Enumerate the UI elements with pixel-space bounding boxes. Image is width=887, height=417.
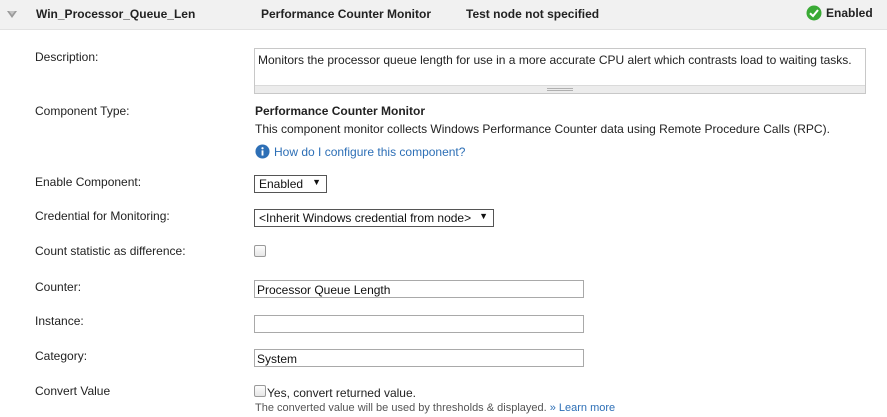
status-badge: Enabled	[806, 4, 873, 22]
help-link-text[interactable]: How do I configure this component?	[274, 145, 465, 159]
category-label: Category:	[35, 349, 88, 363]
credential-select[interactable]: <Inherit Windows credential from node> ▼	[254, 209, 494, 227]
convert-value-checkbox-label[interactable]: Yes, convert returned value.	[267, 386, 416, 400]
description-label: Description:	[35, 50, 99, 64]
help-link[interactable]: How do I configure this component?	[255, 144, 465, 159]
instance-label: Instance:	[35, 314, 84, 328]
component-type-header: Performance Counter Monitor	[261, 7, 432, 21]
count-difference-checkbox[interactable]	[254, 245, 266, 257]
component-type-title: Performance Counter Monitor	[255, 104, 426, 118]
status-text: Enabled	[826, 6, 873, 20]
component-name: Win_Processor_Queue_Len	[36, 7, 196, 21]
triangle-down-icon: ▼	[312, 177, 321, 187]
component-type-description: This component monitor collects Windows …	[255, 122, 830, 136]
triangle-down-icon: ▼	[479, 211, 488, 221]
enable-component-select[interactable]: Enabled ▼	[254, 175, 327, 193]
credential-value: <Inherit Windows credential from node>	[259, 211, 472, 225]
credential-label: Credential for Monitoring:	[35, 209, 170, 223]
test-node-status: Test node not specified	[466, 7, 600, 21]
count-difference-label: Count statistic as difference:	[35, 244, 186, 258]
counter-label: Counter:	[35, 280, 82, 294]
enable-component-label: Enable Component:	[35, 175, 142, 189]
convert-value-checkbox[interactable]	[254, 385, 266, 397]
description-text: Monitors the processor queue length for …	[258, 53, 852, 67]
convert-value-label: Convert Value	[35, 384, 111, 398]
description-textarea[interactable]: Monitors the processor queue length for …	[254, 48, 866, 94]
learn-more-link[interactable]: » Learn more	[550, 402, 615, 414]
enable-component-value: Enabled	[259, 177, 304, 191]
convert-value-note-text: The converted value will be used by thre…	[255, 402, 547, 414]
instance-input[interactable]	[254, 315, 584, 333]
component-type-label: Component Type:	[35, 104, 130, 118]
component-header: Win_Processor_Queue_Len Performance Coun…	[0, 0, 887, 30]
resize-handle[interactable]	[255, 85, 865, 93]
chevron-down-icon[interactable]	[6, 8, 18, 20]
info-icon	[255, 144, 270, 159]
check-circle-icon	[806, 5, 822, 21]
category-input[interactable]	[254, 349, 584, 367]
counter-input[interactable]	[254, 280, 584, 298]
convert-value-note: The converted value will be used by thre…	[255, 402, 615, 414]
